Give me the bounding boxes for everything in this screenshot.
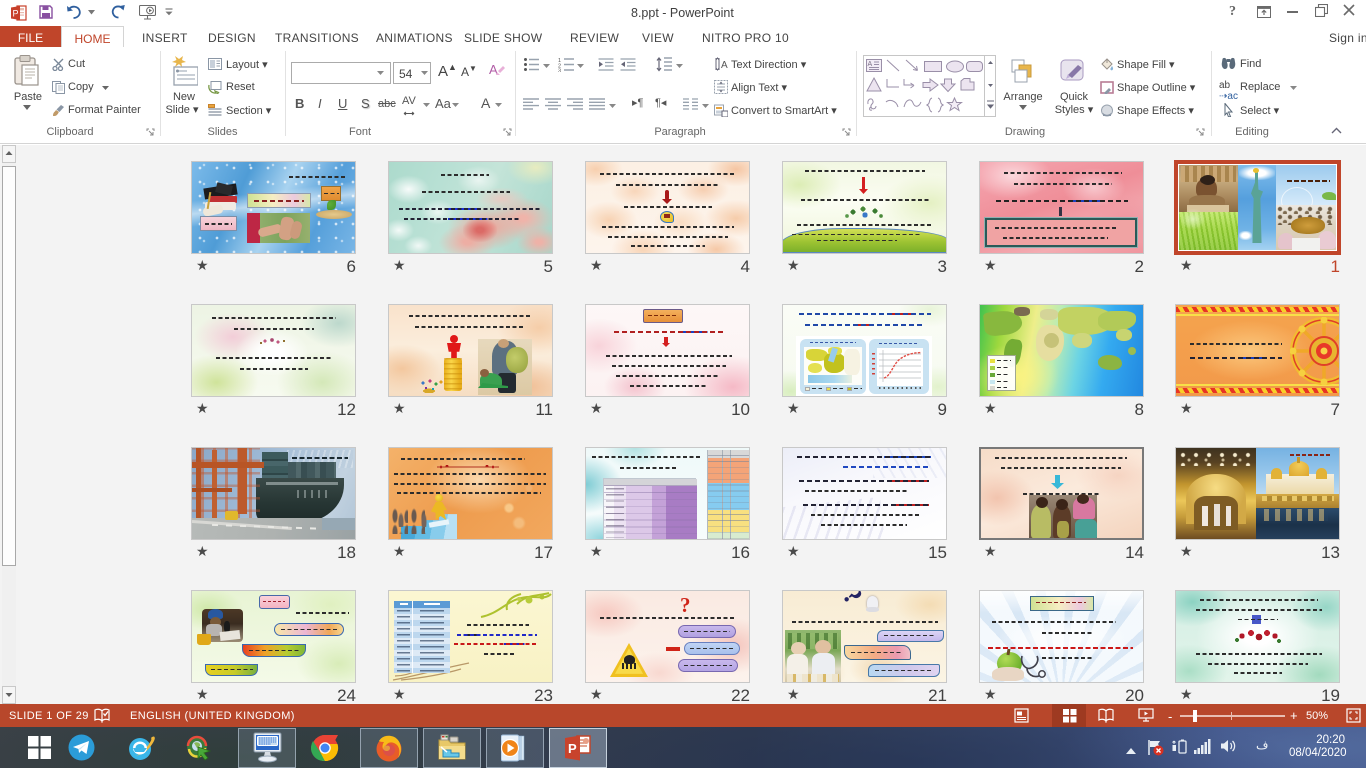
svg-text:3: 3 xyxy=(558,69,561,73)
svg-text:P: P xyxy=(568,741,577,756)
svg-text:A: A xyxy=(721,60,728,71)
svg-text:A: A xyxy=(868,61,873,68)
svg-text:P: P xyxy=(13,9,19,19)
